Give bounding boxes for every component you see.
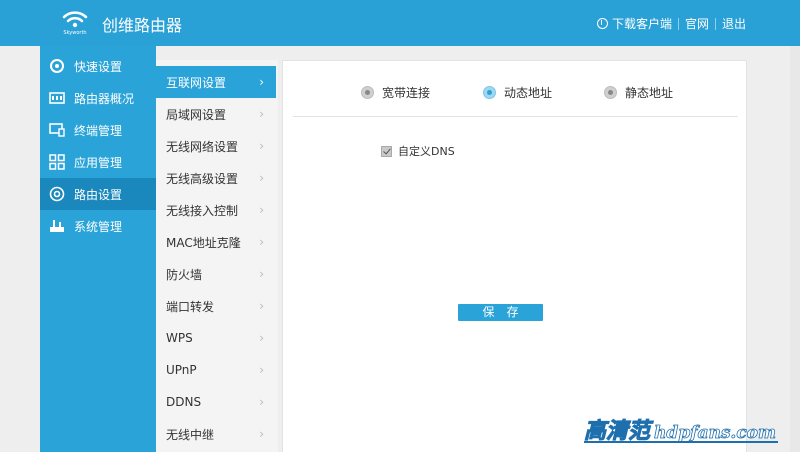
logout-link[interactable]: 退出 [722, 15, 746, 32]
submenu-item-firewall[interactable]: 防火墙 › [156, 258, 276, 290]
page-edge [790, 46, 800, 452]
radio-dot [604, 86, 617, 99]
official-site-link[interactable]: 官网 [685, 15, 709, 32]
submenu-item-label: WPS [166, 331, 193, 345]
submenu-item-label: 端口转发 [166, 299, 215, 314]
watermark-underline [584, 441, 778, 443]
custom-dns-label: 自定义DNS [398, 145, 455, 158]
sidebar-item-apps[interactable]: 应用管理 [40, 146, 156, 178]
radio-static[interactable]: 静态地址 [604, 84, 673, 101]
chevron-right-icon: › [259, 235, 264, 249]
submenu-item-port-forward[interactable]: 端口转发 › [156, 290, 276, 322]
chevron-right-icon: › [259, 171, 264, 185]
submenu-item-label: 局域网设置 [166, 107, 227, 122]
divider [293, 116, 738, 117]
system-icon [49, 218, 65, 234]
chevron-right-icon: › [259, 299, 264, 313]
submenu-item-label: 防火墙 [166, 267, 203, 282]
checkbox-box [381, 145, 392, 157]
submenu-item-lan[interactable]: 局域网设置 › [156, 98, 276, 130]
sidebar-item-routing[interactable]: 路由设置 [40, 178, 164, 210]
submenu-item-wireless-advanced[interactable]: 无线高级设置 › [156, 162, 276, 194]
radio-pppoe[interactable]: 宽带连接 [361, 84, 430, 101]
watermark-en: hdpfans.com [654, 423, 777, 444]
submenu-item-mac-clone[interactable]: MAC地址克隆 › [156, 226, 276, 258]
radio-label: 宽带连接 [382, 86, 431, 100]
radio-dot [483, 86, 496, 99]
custom-dns-checkbox[interactable]: 自定义DNS [381, 143, 455, 159]
divider [714, 17, 716, 30]
router-overview-icon [49, 90, 65, 106]
submenu-item-ddns[interactable]: DDNS › [156, 386, 276, 418]
logout-label: 退出 [721, 17, 746, 31]
sidebar-item-terminal[interactable]: 终端管理 [40, 114, 156, 146]
save-button[interactable]: 保存 [458, 304, 543, 321]
chevron-right-icon: › [259, 331, 264, 345]
radio-dot [361, 86, 374, 99]
content-panel: 宽带连接 动态地址 静态地址 自定义DNS 保存 [282, 60, 747, 452]
submenu-item-label: 无线网络设置 [166, 139, 239, 154]
sidebar-item-label: 路由器概况 [74, 91, 135, 106]
top-links: 下载客户端 官网 退出 [596, 15, 746, 32]
apps-grid-icon [49, 154, 65, 170]
submenu-item-internet[interactable]: 互联网设置 › [156, 66, 276, 98]
submenu-item-wps[interactable]: WPS › [156, 322, 276, 354]
chevron-right-icon: › [259, 267, 264, 281]
sidebar-item-label: 终端管理 [74, 123, 123, 138]
sidebar-item-label: 快速设置 [74, 59, 123, 74]
settings-icon [49, 186, 65, 202]
chevron-right-icon: › [259, 363, 264, 377]
watermark: 高清范 hdpfans.com [583, 413, 778, 445]
chevron-right-icon: › [259, 427, 264, 441]
submenu-item-label: MAC地址克隆 [166, 235, 241, 250]
submenu-item-label: 无线高级设置 [166, 171, 239, 186]
submenu-item-label: 无线中继 [166, 427, 215, 442]
chevron-right-icon: › [259, 395, 264, 409]
submenu-item-label: 无线接入控制 [166, 203, 239, 218]
chevron-right-icon: › [259, 139, 264, 153]
chevron-right-icon: › [259, 203, 264, 217]
radio-label: 静态地址 [625, 86, 674, 100]
main-sidebar: 快速设置 路由器概况 终端管理 应用管理 路由设置 系统管理 [40, 46, 164, 452]
download-client-label: 下载客户端 [611, 17, 672, 31]
wifi-icon [62, 11, 88, 28]
sidebar-item-router-overview[interactable]: 路由器概况 [40, 82, 156, 114]
chevron-right-icon: › [259, 107, 264, 121]
monitor-icon [49, 122, 65, 138]
sidebar-item-label: 系统管理 [74, 219, 123, 234]
divider [677, 17, 679, 30]
submenu-item-label: 互联网设置 [166, 75, 227, 90]
submenu-item-repeater[interactable]: 无线中继 › [156, 418, 276, 450]
sidebar-item-system[interactable]: 系统管理 [40, 210, 156, 242]
radio-label: 动态地址 [504, 86, 553, 100]
download-icon [596, 18, 608, 29]
submenu-item-label: DDNS [166, 395, 202, 409]
sidebar-item-label: 路由设置 [74, 187, 123, 202]
sidebar-item-quick-setup[interactable]: 快速设置 [40, 50, 156, 82]
logo-text: Skyworth [63, 30, 87, 36]
sub-menu: 互联网设置 › 局域网设置 › 无线网络设置 › 无线高级设置 › 无线接入控制 › MA… [156, 60, 278, 452]
app-title: 创维路由器 [102, 16, 183, 35]
submenu-item-wireless[interactable]: 无线网络设置 › [156, 130, 276, 162]
top-bar: Skyworth 创维路由器 下载客户端 官网 退出 [0, 0, 800, 46]
submenu-item-label: UPnP [166, 363, 197, 377]
gear-quick-icon [49, 58, 65, 74]
official-site-label: 官网 [684, 17, 709, 31]
chevron-right-icon: › [259, 75, 264, 89]
logo: Skyworth [58, 8, 92, 38]
submenu-item-upnp[interactable]: UPnP › [156, 354, 276, 386]
connection-type-group: 宽带连接 动态地址 静态地址 [283, 61, 748, 117]
download-client-link[interactable]: 下载客户端 [596, 15, 672, 32]
radio-dhcp[interactable]: 动态地址 [483, 84, 552, 101]
sidebar-item-label: 应用管理 [74, 155, 123, 170]
submenu-item-access-control[interactable]: 无线接入控制 › [156, 194, 276, 226]
